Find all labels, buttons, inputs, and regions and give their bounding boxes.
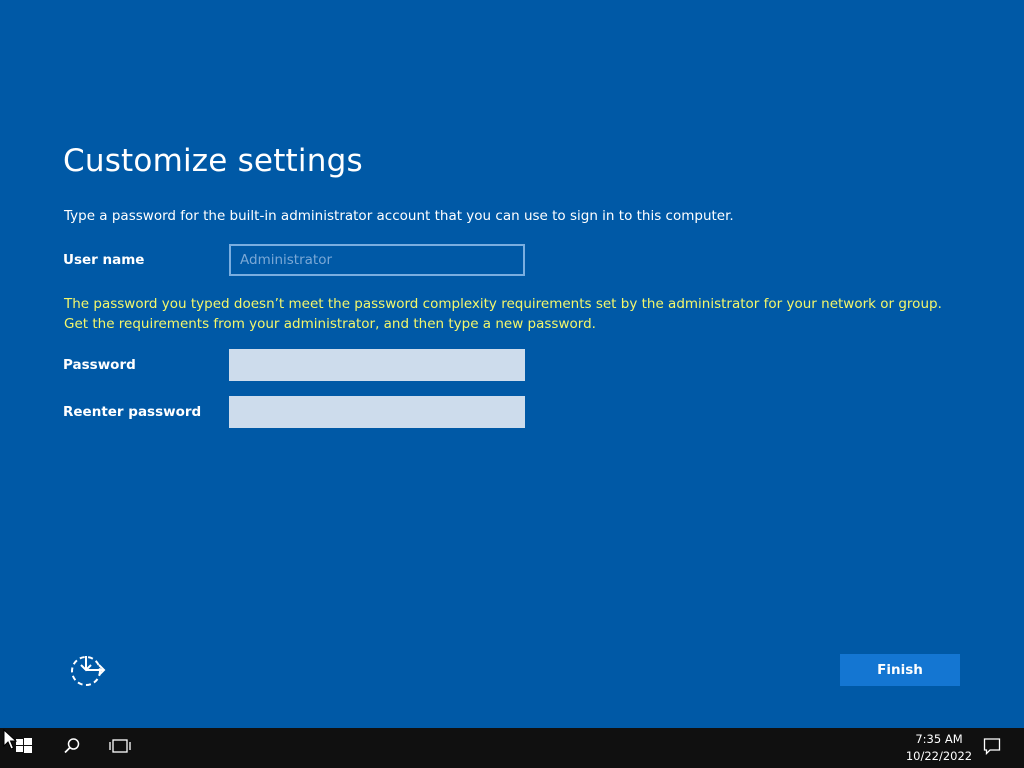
finish-button[interactable]: Finish bbox=[840, 654, 960, 686]
username-input[interactable] bbox=[229, 244, 525, 276]
username-label: User name bbox=[63, 252, 145, 268]
ease-of-access-icon[interactable] bbox=[70, 654, 106, 688]
windows-logo-icon bbox=[15, 737, 33, 759]
instruction-text: Type a password for the built-in adminis… bbox=[64, 208, 734, 224]
action-center-icon bbox=[983, 737, 1001, 759]
task-view-button[interactable] bbox=[96, 728, 144, 768]
password-error-message: The password you typed doesn’t meet the … bbox=[64, 296, 942, 332]
task-view-icon bbox=[109, 738, 131, 758]
mouse-cursor-icon bbox=[3, 728, 18, 751]
password-input[interactable] bbox=[229, 349, 525, 381]
page-title: Customize settings bbox=[63, 143, 363, 179]
search-icon bbox=[63, 737, 81, 759]
setup-screen: Customize settings Type a password for t… bbox=[0, 0, 1024, 768]
reenter-password-input[interactable] bbox=[229, 396, 525, 428]
taskbar: 7:35 AM 10/22/2022 bbox=[0, 728, 1024, 768]
password-label: Password bbox=[63, 357, 136, 373]
search-button[interactable] bbox=[48, 728, 96, 768]
reenter-password-label: Reenter password bbox=[63, 404, 202, 420]
action-center-button[interactable] bbox=[968, 728, 1016, 768]
